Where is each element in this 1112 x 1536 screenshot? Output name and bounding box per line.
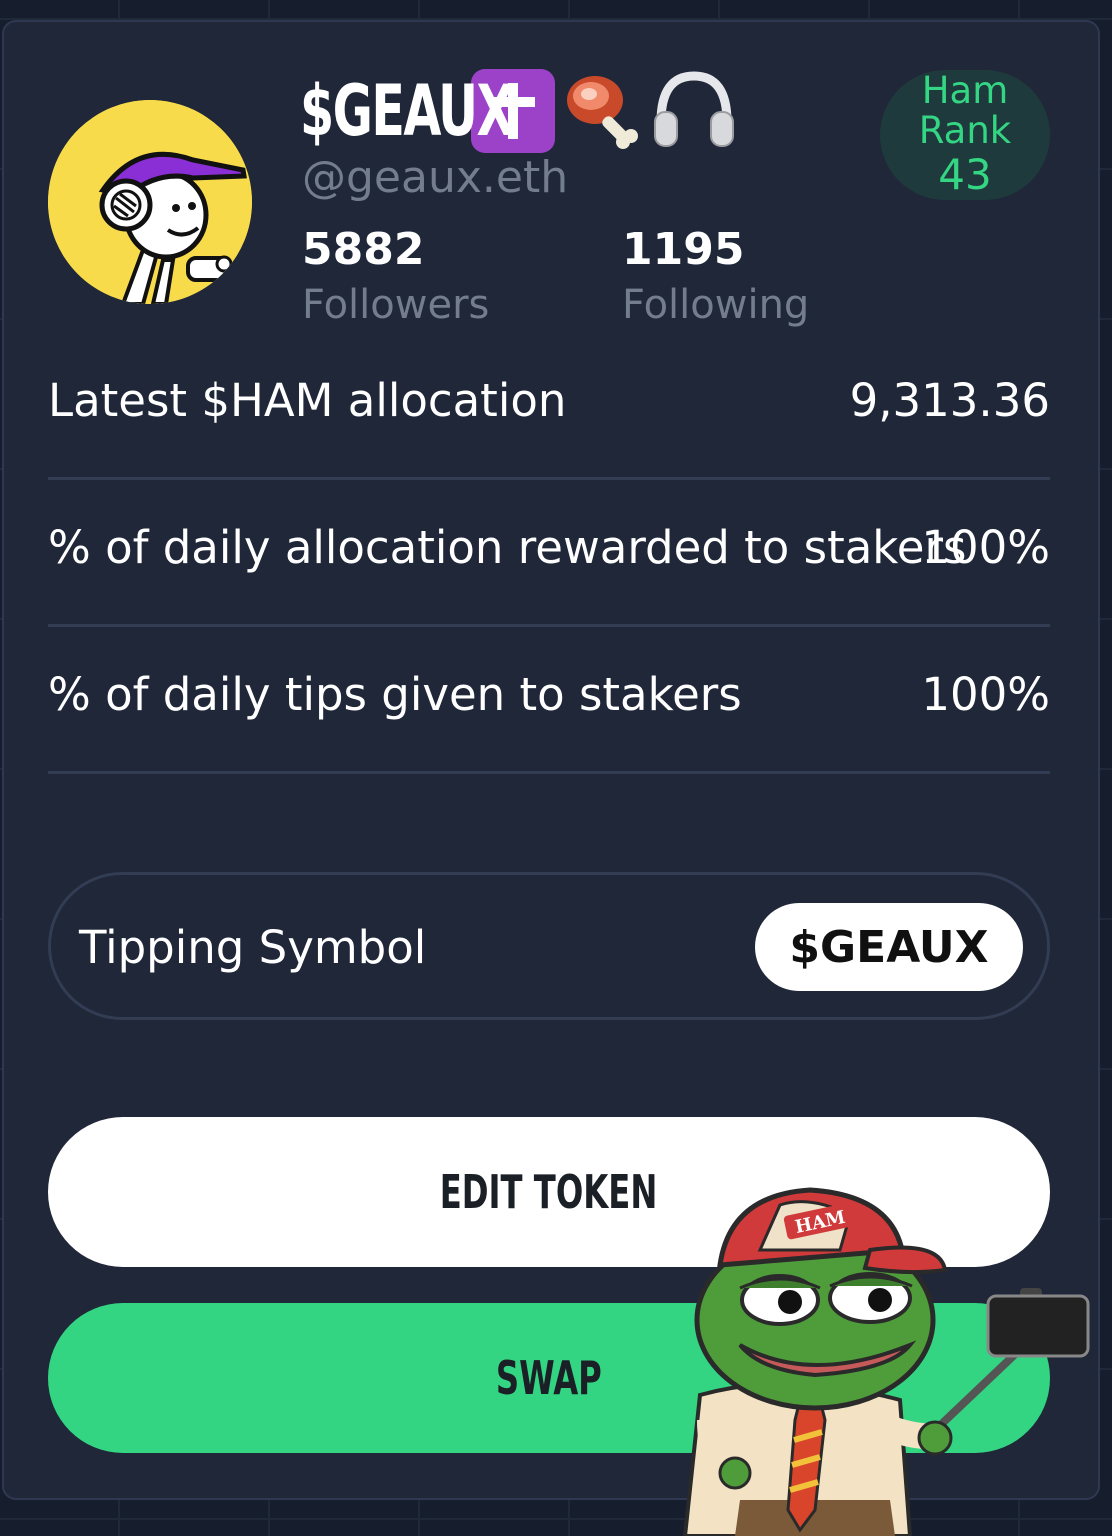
swap-label: SWAP — [496, 1351, 602, 1405]
meat-on-bone-icon — [561, 66, 647, 156]
edit-token-label: EDIT TOKEN — [440, 1165, 658, 1219]
followers-count[interactable]: 5882 — [302, 224, 424, 275]
tipping-symbol-label: Tipping Symbol — [79, 921, 427, 974]
stat-value: 100% — [921, 668, 1050, 721]
username-handle: @geaux.eth — [302, 152, 569, 203]
stat-row-tips-given: % of daily tips given to stakers 100% — [48, 628, 1050, 774]
headphones-icon — [651, 66, 737, 156]
ham-rank-badge: Ham Rank 43 — [880, 70, 1050, 200]
stat-row-allocation-rewarded: % of daily allocation rewarded to staker… — [48, 481, 1050, 627]
stat-label: Latest $HAM allocation — [48, 374, 567, 427]
pepe-selfie-sticker: HAM — [682, 1187, 1090, 1536]
stat-row-allocation: Latest $HAM allocation 9,313.36 — [48, 334, 1050, 480]
display-name: $GEAUX — [300, 70, 514, 152]
followers-label[interactable]: Followers — [302, 282, 489, 328]
stat-label: % of daily allocation rewarded to staker… — [48, 521, 967, 574]
stat-value: 100% — [921, 521, 1050, 574]
rank-label-line2: Rank — [918, 109, 1012, 152]
following-count[interactable]: 1195 — [622, 224, 744, 275]
avatar[interactable] — [48, 100, 252, 304]
rank-label-line1: Ham — [921, 69, 1009, 112]
following-label[interactable]: Following — [622, 282, 809, 328]
stat-value: 9,313.36 — [849, 374, 1050, 427]
tipping-symbol-pill[interactable]: $GEAUX — [755, 903, 1023, 991]
tipping-symbol-field: Tipping Symbol $GEAUX — [48, 872, 1050, 1020]
stat-label: % of daily tips given to stakers — [48, 668, 742, 721]
display-name-row: $GEAUX — [300, 66, 737, 156]
rank-value: 43 — [938, 150, 992, 199]
